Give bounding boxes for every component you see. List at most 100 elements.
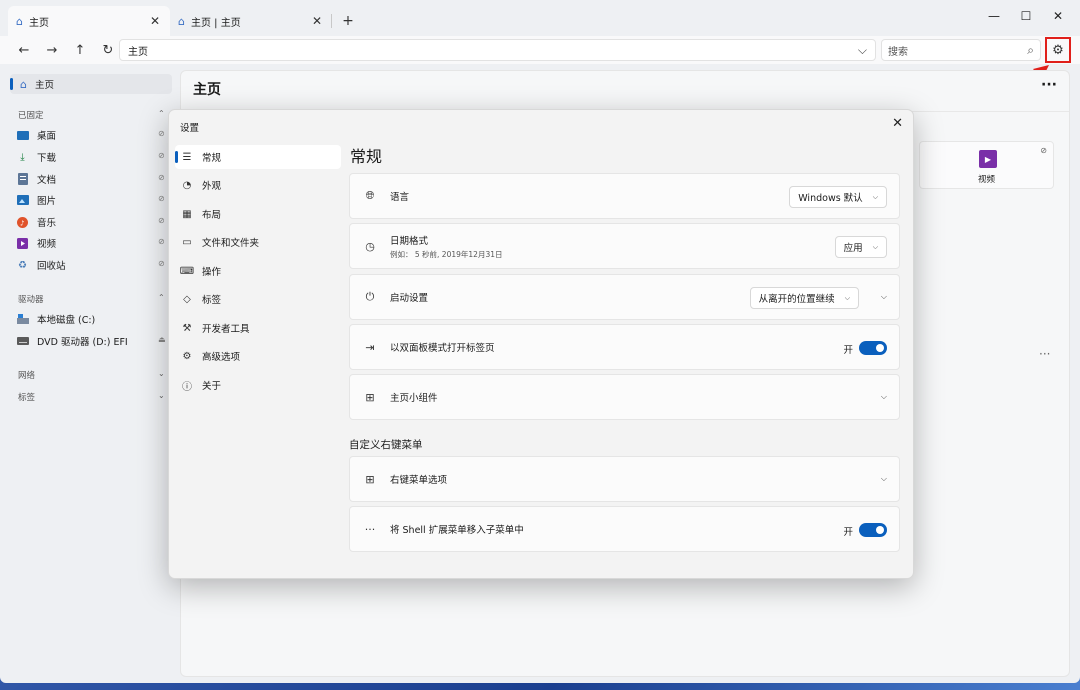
nav-label: 文件和文件夹 (202, 238, 260, 249)
chevron-down-icon: ⌵ (844, 293, 850, 302)
sidebar-item-label: 回收站 (37, 261, 66, 272)
dialog-title: 设置 (180, 123, 200, 134)
chevron-up-icon[interactable]: ⌃ (158, 293, 165, 302)
settings-nav-general[interactable]: ☰ 常规 (175, 145, 341, 169)
network-header[interactable]: 网络 (18, 369, 35, 381)
shell-submenu-toggle[interactable] (859, 523, 887, 537)
pin-icon[interactable]: ⊘ (1040, 146, 1047, 155)
video-icon (16, 237, 29, 250)
eject-icon[interactable]: ⏏ (158, 335, 166, 344)
more-options-button[interactable]: ··· (1041, 77, 1057, 93)
tab-close-button[interactable]: ✕ (310, 14, 324, 28)
setting-label: 启动设置 (390, 293, 429, 304)
search-input[interactable]: 搜索 ⌕ (881, 39, 1041, 61)
pin-icon: ⊘ (158, 173, 165, 182)
tab-close-button[interactable]: ✕ (148, 14, 162, 28)
sidebar-item-label: DVD 驱动器 (D:) EFI (37, 337, 128, 348)
tags-header[interactable]: 标签 (18, 391, 35, 403)
sidebar-item-desktop[interactable]: 桌面 (16, 125, 56, 145)
sidebar-item-label: 视频 (37, 239, 57, 250)
chevron-down-icon[interactable]: ⌄ (158, 391, 165, 400)
sidebar-item-recycle-bin[interactable]: ♻ 回收站 (16, 255, 66, 275)
setting-text: 日期格式 例如： 5 秒前, 2019年12月31日 (390, 233, 502, 260)
sidebar-item-drive-d[interactable]: DVD 驱动器 (D:) EFI (16, 331, 128, 351)
chevron-down-icon[interactable]: ⌄ (158, 369, 165, 378)
settings-nav-about[interactable]: ⓘ 关于 (175, 373, 341, 397)
setting-startup[interactable]: ⏻ 启动设置 从离开的位置继续 ⌵ ⌵ (349, 274, 900, 320)
pin-icon: ⊘ (158, 129, 165, 138)
expand-chevron-icon[interactable]: ⌵ (881, 392, 887, 402)
sidebar-item-videos[interactable]: 视频 (16, 233, 56, 253)
expand-chevron-icon[interactable]: ⌵ (881, 292, 887, 302)
settings-nav-layout[interactable]: ▦ 布局 (175, 202, 341, 226)
drives-header[interactable]: 驱动器 (18, 293, 44, 305)
startup-dropdown[interactable]: 从离开的位置继续 ⌵ (749, 287, 859, 309)
sidebar-item-label: 音乐 (37, 218, 57, 229)
setting-description: 例如： 5 秒前, 2019年12月31日 (390, 249, 503, 259)
language-icon: 🌐︎ (365, 189, 375, 202)
chevron-down-icon[interactable]: ⌵ (858, 43, 867, 58)
tab-label: 主页 | 主页 (190, 17, 241, 29)
setting-context-menu-options[interactable]: ⊞ 右键菜单选项 ⌵ (349, 456, 900, 502)
nav-label: 外观 (202, 181, 222, 192)
settings-dialog: 设置 ✕ ☰ 常规 ◔ 外观 ▦ 布局 ▭ 文件和文件夹 ⌨ 操作 ◇ 标签 ⚒… (168, 109, 914, 579)
chevron-down-icon: ⌵ (872, 242, 878, 251)
settings-nav-advanced[interactable]: ⚙ 高级选项 (175, 344, 341, 368)
pinned-header[interactable]: 已固定 (18, 109, 44, 121)
new-tab-button[interactable]: + (336, 9, 360, 33)
sidebar-item-music[interactable]: ♪ 音乐 (16, 212, 56, 232)
language-dropdown[interactable]: Windows 默认 ⌵ (789, 186, 887, 208)
quick-access-videos[interactable]: ▶ 视频 ⊘ (919, 141, 1054, 189)
up-arrow-icon[interactable]: ↑ (66, 38, 94, 62)
settings-nav-files-folders[interactable]: ▭ 文件和文件夹 (175, 230, 341, 254)
gear-icon: ⚙ (182, 350, 192, 362)
tab-home-dual[interactable]: ⌂ 主页 | 主页 ✕ (170, 6, 332, 36)
forward-arrow-icon[interactable]: → (38, 38, 66, 62)
sidebar-item-downloads[interactable]: ⤓ 下载 (16, 147, 56, 167)
sidebar-item-home[interactable]: ⌂ 主页 (10, 74, 172, 94)
home-icon: ⌂ (16, 14, 23, 28)
sidebar-item-label: 下载 (37, 153, 57, 164)
date-format-dropdown[interactable]: 应用 ⌵ (834, 236, 887, 258)
address-bar[interactable]: 主页 ⌵ (119, 39, 876, 61)
widgets-icon: ⊞ (365, 390, 375, 404)
dual-pane-toggle[interactable] (859, 341, 887, 355)
folder-icon: ▭ (182, 236, 192, 248)
expand-chevron-icon[interactable]: ⌵ (881, 474, 887, 484)
setting-label: 日期格式 (390, 235, 429, 247)
setting-label: 语言 (390, 192, 410, 203)
power-icon: ⏻ (365, 290, 375, 303)
files-app-window: ⌂ 主页 ✕ ⌂ 主页 | 主页 ✕ + — ☐ ✕ ← → ↑ ↻ 主页 ⌵ … (0, 0, 1080, 683)
pin-icon: ⊘ (158, 259, 165, 268)
more-options-button[interactable]: ··· (1039, 347, 1050, 361)
refresh-icon[interactable]: ↻ (94, 38, 122, 62)
sidebar-item-drive-c[interactable]: 本地磁盘 (C:) (16, 309, 95, 329)
dual-pane-icon: ⇥ (365, 340, 375, 354)
back-arrow-icon[interactable]: ← (10, 38, 38, 62)
maximize-button[interactable]: ☐ (1010, 4, 1042, 28)
settings-nav-actions[interactable]: ⌨ 操作 (175, 259, 341, 283)
setting-label: 主页小组件 (390, 393, 438, 404)
dropdown-value: 从离开的位置继续 (758, 294, 835, 305)
sidebar-item-documents[interactable]: 文档 (16, 169, 56, 189)
sidebar-item-pictures[interactable]: 图片 (16, 190, 56, 210)
section-header: 自定义右键菜单 (349, 439, 423, 451)
sidebar-item-label: 文档 (37, 175, 57, 186)
setting-date-format: ◷ 日期格式 例如： 5 秒前, 2019年12月31日 应用 ⌵ (349, 223, 900, 269)
tab-home[interactable]: ⌂ 主页 ✕ (8, 6, 170, 36)
settings-nav-tags[interactable]: ◇ 标签 (175, 287, 341, 311)
dialog-close-button[interactable]: ✕ (892, 116, 903, 131)
calendar-clock-icon: ◷ (365, 239, 375, 253)
sidebar-item-label: 图片 (37, 196, 57, 207)
sidebar-item-label: 桌面 (37, 131, 57, 142)
setting-home-widgets[interactable]: ⊞ 主页小组件 ⌵ (349, 374, 900, 420)
nav-label: 关于 (202, 381, 222, 392)
minimize-button[interactable]: — (978, 4, 1010, 28)
chevron-up-icon[interactable]: ⌃ (158, 109, 165, 118)
setting-shell-submenu: ··· 将 Shell 扩展菜单移入子菜单中 开 (349, 506, 900, 552)
context-menu-icon: ⊞ (365, 472, 375, 486)
settings-nav-appearance[interactable]: ◔ 外观 (175, 173, 341, 197)
close-window-button[interactable]: ✕ (1042, 4, 1074, 28)
settings-nav-developer-tools[interactable]: ⚒ 开发者工具 (175, 316, 341, 340)
tag-icon: ◇ (183, 293, 191, 305)
